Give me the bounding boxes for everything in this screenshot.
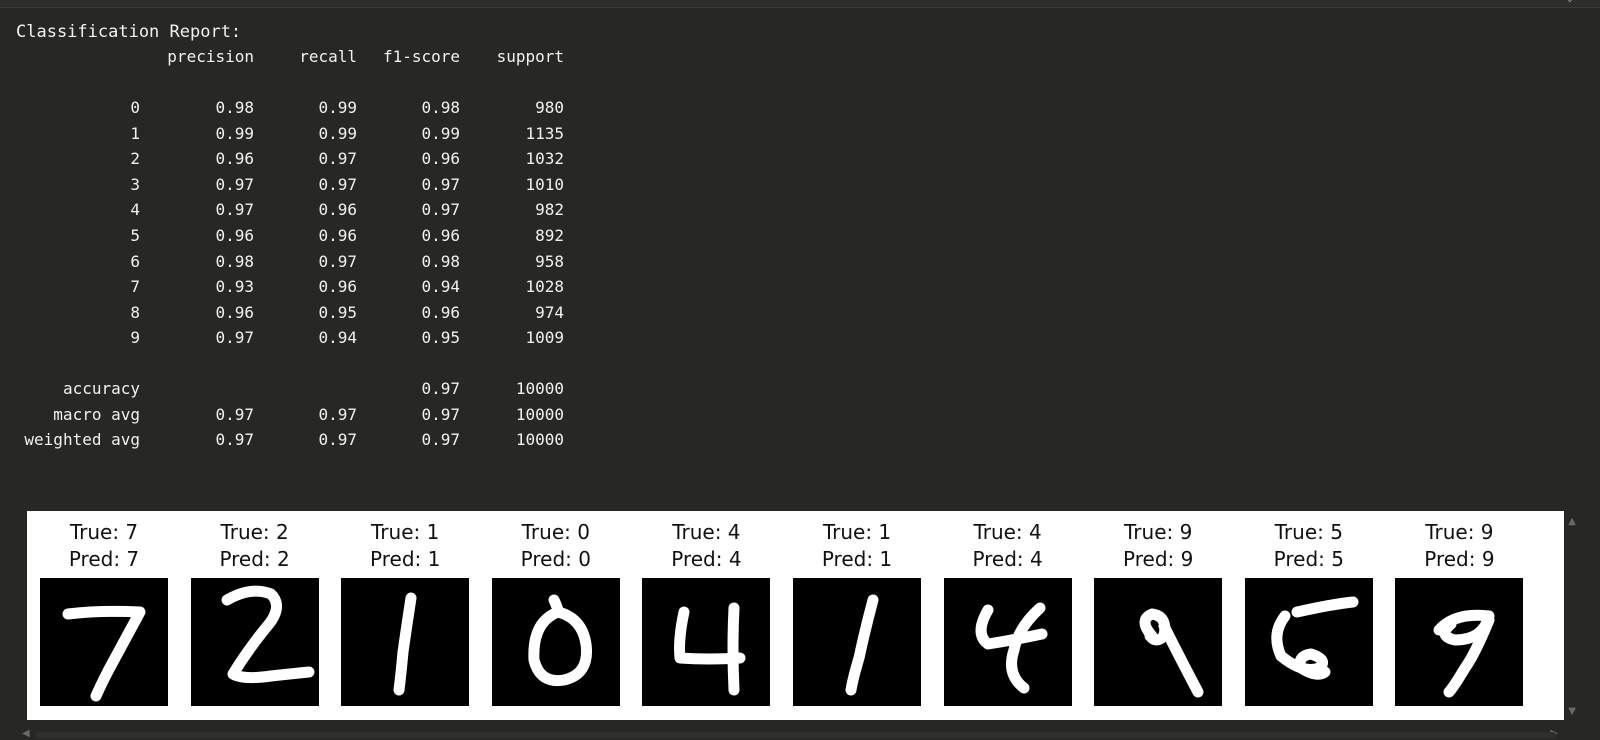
true-label: True: 4 xyxy=(672,520,741,544)
digit-stroke xyxy=(1433,609,1495,698)
summary-label: accuracy xyxy=(62,379,140,398)
digit-stroke xyxy=(221,585,315,684)
support-value: 10000 xyxy=(515,404,564,424)
digit-image xyxy=(341,578,470,706)
support-value: 1135 xyxy=(525,123,564,143)
digit-image xyxy=(40,578,168,706)
pred-label: Pred: 9 xyxy=(1123,547,1194,571)
digit-image xyxy=(943,578,1072,706)
support-value: 10000 xyxy=(515,430,564,450)
pred-label: Pred: 7 xyxy=(68,547,140,571)
pred-label: Pred: 1 xyxy=(370,547,441,571)
scroll-left-icon[interactable]: ◀ xyxy=(22,728,30,739)
digit-stroke xyxy=(528,594,592,687)
true-label: True: 1 xyxy=(822,520,892,544)
pred-label: Pred: 1 xyxy=(821,547,893,571)
support-value: 974 xyxy=(535,302,564,322)
support-value: 982 xyxy=(535,200,564,220)
digit-stroke xyxy=(62,605,146,702)
digit-stroke xyxy=(1271,596,1359,680)
scroll-down-icon[interactable]: ▼ xyxy=(1568,706,1576,717)
pred-label: Pred: 4 xyxy=(972,547,1043,571)
digit-stroke xyxy=(975,602,1048,694)
digit-image xyxy=(642,578,771,706)
digit-image xyxy=(793,578,921,706)
digit-stroke xyxy=(674,602,746,696)
support-value: 10000 xyxy=(515,379,564,398)
true-label: True: 0 xyxy=(521,520,590,544)
digit-image xyxy=(1244,578,1373,706)
report-title: Classification Report: xyxy=(16,22,242,42)
true-label: True: 2 xyxy=(220,520,289,544)
support-value: 892 xyxy=(535,226,564,245)
digit-stroke xyxy=(1139,608,1204,698)
digit-stroke xyxy=(845,594,879,696)
column-header-support: support xyxy=(496,47,564,66)
pred-label: Pred: 2 xyxy=(219,547,290,571)
support-value: 958 xyxy=(535,251,564,271)
true-label: True: 9 xyxy=(1425,520,1494,544)
pred-label: Pred: 0 xyxy=(520,547,591,571)
digit-image xyxy=(1395,578,1524,706)
support-value: 1032 xyxy=(525,149,564,169)
support-value: 980 xyxy=(535,98,564,117)
pred-label: Pred: 9 xyxy=(1424,547,1495,571)
support-value: 1010 xyxy=(525,174,564,194)
true-label: True: 5 xyxy=(1274,520,1343,544)
digit-image xyxy=(491,578,620,706)
digit-image xyxy=(190,578,319,706)
scroll-up-icon[interactable]: ▲ xyxy=(1568,516,1576,527)
digit-stroke xyxy=(393,592,417,696)
horizontal-scrollbar[interactable] xyxy=(36,732,1556,738)
true-label: True: 4 xyxy=(973,520,1042,544)
true-label: True: 1 xyxy=(371,520,440,544)
true-label: True: 9 xyxy=(1124,520,1193,544)
support-value: 1009 xyxy=(525,328,564,348)
digit-image xyxy=(1094,578,1223,706)
collapse-chevron-icon[interactable]: ⌄ xyxy=(1566,0,1574,5)
sample-predictions-figure: True: 7 Pred: 7 True: 2 Pred: 2 True: 1 Pred:… xyxy=(27,511,1564,720)
true-label: True: 7 xyxy=(69,520,139,544)
support-value: 1028 xyxy=(525,277,564,297)
output-top-bar: ⌄ xyxy=(0,0,1600,8)
pred-label: Pred: 5 xyxy=(1273,547,1344,571)
pred-label: Pred: 4 xyxy=(671,547,742,571)
